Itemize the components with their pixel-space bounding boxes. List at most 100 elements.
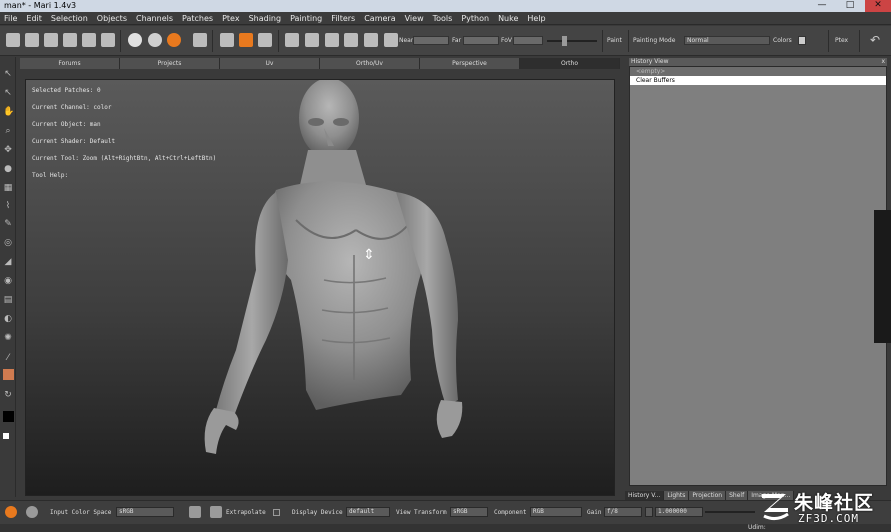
display-device-select[interactable]: default [346,507,390,517]
clipboard-icon[interactable] [189,506,201,518]
circle-tool-icon[interactable]: ◎ [3,238,13,248]
gamma-slider[interactable] [705,511,755,513]
menu-file[interactable]: File [0,14,22,23]
link-icon[interactable] [82,33,96,47]
camera-icon[interactable] [305,33,319,47]
lut-icon[interactable] [26,506,38,518]
paint-drop-icon[interactable]: ● [3,164,13,174]
menu-tools[interactable]: Tools [429,14,458,23]
component-select[interactable]: RGB [530,507,582,517]
tab-ortho[interactable]: Ortho [520,58,620,69]
watermark: 朱峰社区 ZF3D.COM [760,488,888,528]
colors-swatch[interactable] [798,36,806,45]
gain-select[interactable]: f/8 [604,507,642,517]
menu-nuke[interactable]: Nuke [494,14,523,23]
near-label: Near [399,37,414,44]
menu-patches[interactable]: Patches [178,14,218,23]
maximize-button[interactable]: □ [837,0,863,12]
projection-icon[interactable] [384,33,398,47]
swap-colors-icon[interactable]: ↻ [3,390,13,400]
menu-filters[interactable]: Filters [327,14,360,23]
backface-icon[interactable] [364,33,378,47]
tab-projects[interactable]: Projects [120,58,220,69]
snapshot-icon[interactable] [193,33,207,47]
paint-through-icon[interactable] [239,33,253,47]
input-color-space-select[interactable]: sRGB [116,507,174,517]
menu-python[interactable]: Python [457,14,494,23]
brush-icon[interactable]: ⌇ [3,201,13,211]
open-file-icon[interactable] [25,33,39,47]
menu-edit[interactable]: Edit [22,14,47,23]
export-file-icon[interactable] [63,33,77,47]
pin-icon[interactable]: ✎ [3,219,13,229]
menu-help[interactable]: Help [523,14,550,23]
background-color-swatch[interactable] [3,411,14,422]
tab-perspective[interactable]: Perspective [420,58,520,69]
right-edge-scroll-panel[interactable] [874,210,891,343]
tab-lights[interactable]: Lights [664,491,690,500]
menu-objects[interactable]: Objects [93,14,132,23]
wireframe-icon[interactable] [344,33,358,47]
blur-icon[interactable]: ◐ [3,314,13,324]
hand-pan-icon[interactable]: ✋ [3,107,14,117]
grid-toggle-icon[interactable] [258,33,272,47]
tab-projection[interactable]: Projection [689,491,727,500]
grid-paint-icon[interactable]: ▦ [3,183,13,193]
smudge-icon[interactable]: ✺ [3,333,13,343]
menu-ptex[interactable]: Ptex [218,14,244,23]
move-icon[interactable]: ✥ [3,145,13,155]
new-file-icon[interactable] [6,33,20,47]
menu-painting[interactable]: Painting [286,14,327,23]
painting-mode-select[interactable]: Normal [684,36,770,45]
near-field[interactable] [413,36,449,45]
select-arrow-icon[interactable]: ↖ [3,69,13,79]
flat-shading-icon[interactable] [128,33,142,47]
history-close-icon[interactable]: x [881,58,885,66]
rotate-view-icon[interactable] [220,33,234,47]
fov-slider-track[interactable] [547,40,597,42]
menu-camera[interactable]: Camera [360,14,400,23]
eyedropper-icon[interactable]: ⁄ [3,353,13,363]
history-list[interactable]: <empty> Clear Buffers [629,66,887,486]
history-item-clear-buffers[interactable]: Clear Buffers [630,76,886,85]
eraser-icon[interactable]: ◢ [3,257,13,267]
transfer-icon[interactable] [101,33,115,47]
close-button[interactable]: ✕ [865,0,891,12]
foreground-color-swatch[interactable] [3,369,14,380]
default-colors-icon[interactable] [3,433,9,439]
save-file-icon[interactable] [44,33,58,47]
tab-uv[interactable]: Uv [220,58,320,69]
target-icon[interactable]: ◉ [3,276,13,286]
info-tool-help: Tool Help: [32,172,69,179]
full-shading-icon[interactable] [167,33,181,47]
menu-channels[interactable]: Channels [132,14,178,23]
right-dock-panel: History View x <empty> Clear Buffers His… [625,57,891,500]
menu-view[interactable]: View [401,14,429,23]
far-field[interactable] [463,36,499,45]
menu-selection[interactable]: Selection [47,14,93,23]
zoom-icon[interactable]: ⌕ [3,126,13,136]
color-manager-icon[interactable] [5,506,17,518]
menu-shading[interactable]: Shading [245,14,287,23]
extrapolate-checkbox[interactable] [273,509,280,516]
minimize-button[interactable]: — [809,0,835,12]
extrapolate-icon[interactable] [210,506,222,518]
lighting-icon[interactable] [325,33,339,47]
tab-ortho-uv[interactable]: Ortho/Uv [320,58,420,69]
fov-slider-handle[interactable] [562,36,567,46]
gain-stepper[interactable] [645,507,653,517]
smooth-shading-icon[interactable] [148,33,162,47]
fov-field[interactable] [513,36,543,45]
cube-icon[interactable] [285,33,299,47]
tab-history-view[interactable]: History V... [625,491,665,500]
3d-viewport[interactable]: Selected Patches: 0 Current Channel: col… [25,79,615,496]
tab-shelf[interactable]: Shelf [726,491,749,500]
undo-icon[interactable]: ↶ [868,33,882,47]
select-patch-icon[interactable]: ↖ [3,88,13,98]
menu-bar: File Edit Selection Objects Channels Pat… [0,12,891,25]
tab-forums[interactable]: Forums [20,58,120,69]
gamma-field[interactable]: 1.000000 [655,507,703,517]
gradient-icon[interactable]: ▤ [3,295,13,305]
view-transform-select[interactable]: sRGB [450,507,488,517]
history-item-empty[interactable]: <empty> [630,67,886,76]
